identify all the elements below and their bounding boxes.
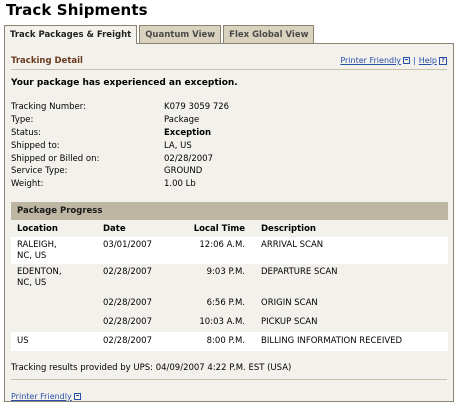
- table-header-row: Location Date Local Time Description: [11, 220, 448, 237]
- shipped-to-value: LA, US: [164, 140, 192, 151]
- new-window-icon[interactable]: [73, 393, 81, 400]
- date-cell: 02/28/2007: [103, 336, 152, 346]
- divider: [11, 379, 447, 380]
- tab-track-packages-freight[interactable]: Track Packages & Freight: [4, 25, 138, 44]
- help-icon[interactable]: ?: [439, 56, 447, 65]
- description-cell: ORIGIN SCAN: [261, 298, 318, 308]
- new-window-icon[interactable]: [403, 57, 411, 64]
- time-cell: 9:03 P.M.: [206, 267, 245, 277]
- description-cell: ARRIVAL SCAN: [261, 240, 324, 250]
- column-header-local-time: Local Time: [193, 223, 245, 234]
- time-cell: 8:00 P.M.: [206, 336, 245, 346]
- table-row: EDENTON, NC, US 02/28/2007 9:03 P.M. DEP…: [11, 264, 448, 291]
- help-link[interactable]: Help: [419, 56, 437, 65]
- info-label: Type:: [11, 115, 34, 126]
- info-label: Shipped or Billed on:: [11, 153, 100, 164]
- package-progress-table: Package Progress Location Date Local Tim…: [11, 202, 448, 351]
- info-row-service-type: Service Type: GROUND: [11, 165, 431, 178]
- date-cell: 03/01/2007: [103, 240, 152, 250]
- page-title: Track Shipments: [6, 1, 148, 19]
- top-links: Printer Friendly | Help ?: [340, 56, 447, 65]
- column-header-date: Date: [103, 223, 126, 234]
- tab-quantum-view[interactable]: Quantum View: [139, 25, 222, 43]
- info-label: Status:: [11, 127, 41, 138]
- info-row-type: Type: Package: [11, 114, 431, 127]
- info-row-weight: Weight: 1.00 Lb: [11, 178, 431, 191]
- info-row-tracking-number: Tracking Number: K079 3059 726: [11, 101, 431, 114]
- date-cell: 02/28/2007: [103, 298, 152, 308]
- location-cell: [11, 295, 103, 311]
- printer-friendly-link-bottom[interactable]: Printer Friendly: [11, 392, 72, 401]
- location-cell: EDENTON, NC, US: [17, 267, 62, 288]
- table-row: 02/28/2007 10:03 A.M. PICKUP SCAN: [11, 311, 448, 332]
- location-cell: RALEIGH, NC, US: [17, 240, 57, 261]
- location-cell: [11, 314, 103, 330]
- service-type-value: GROUND: [164, 166, 203, 177]
- status-value: Exception: [164, 127, 212, 138]
- tracking-number-value: K079 3059 726: [164, 102, 230, 113]
- info-label: Service Type:: [11, 166, 68, 177]
- description-cell: BILLING INFORMATION RECEIVED: [261, 336, 403, 346]
- tracking-detail-panel: Tracking Detail Printer Friendly | Help …: [4, 43, 454, 402]
- tracking-results-note: Tracking results provided by UPS: 04/09/…: [11, 363, 292, 373]
- divider: [11, 69, 447, 70]
- tracking-detail-heading: Tracking Detail: [11, 56, 83, 66]
- link-separator: |: [413, 56, 416, 65]
- table-row: 02/28/2007 6:56 P.M. ORIGIN SCAN: [11, 291, 448, 311]
- tab-bar: Track Packages & Freight Quantum View Fl…: [4, 25, 316, 44]
- weight-value: 1.00 Lb: [164, 179, 196, 190]
- info-label: Tracking Number:: [11, 102, 86, 113]
- time-cell: 10:03 A.M.: [199, 317, 245, 327]
- time-cell: 6:56 P.M.: [206, 298, 245, 308]
- info-label: Shipped to:: [11, 140, 60, 151]
- tab-flex-global-view[interactable]: Flex Global View: [223, 25, 315, 43]
- table-row: RALEIGH, NC, US 03/01/2007 12:06 A.M. AR…: [11, 237, 448, 264]
- package-progress-heading: Package Progress: [11, 202, 448, 220]
- info-row-shipped-to: Shipped to: LA, US: [11, 139, 431, 152]
- description-cell: PICKUP SCAN: [261, 317, 318, 327]
- date-cell: 02/28/2007: [103, 317, 152, 327]
- info-label: Weight:: [11, 179, 44, 190]
- table-row: US 02/28/2007 8:00 P.M. BILLING INFORMAT…: [11, 332, 448, 351]
- time-cell: 12:06 A.M.: [199, 240, 245, 250]
- bottom-links: Printer Friendly: [11, 392, 81, 401]
- printer-friendly-link[interactable]: Printer Friendly: [340, 56, 401, 65]
- location-cell: US: [17, 336, 29, 346]
- shipped-on-value: 02/28/2007: [164, 153, 213, 164]
- type-value: Package: [164, 115, 200, 126]
- exception-message: Your package has experienced an exceptio…: [11, 78, 238, 88]
- date-cell: 02/28/2007: [103, 267, 152, 277]
- column-header-location: Location: [17, 223, 58, 234]
- info-row-status: Status: Exception: [11, 127, 431, 140]
- description-cell: DEPARTURE SCAN: [261, 267, 338, 277]
- column-header-description: Description: [261, 223, 316, 234]
- shipment-info: Tracking Number: K079 3059 726 Type: Pac…: [11, 101, 431, 191]
- info-row-shipped-on: Shipped or Billed on: 02/28/2007: [11, 152, 431, 165]
